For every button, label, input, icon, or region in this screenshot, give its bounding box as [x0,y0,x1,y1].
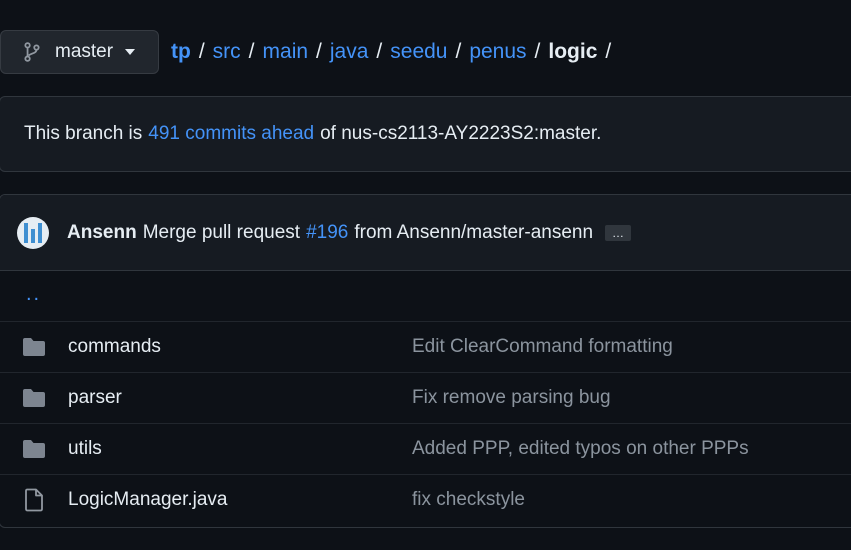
commit-message-suffix[interactable]: from Ansenn/master-ansenn [354,222,593,244]
file-commit-message-link[interactable]: Added PPP, edited typos on other PPPs [412,438,749,460]
file-name-link[interactable]: parser [68,387,412,409]
commits-ahead-link[interactable]: 491 commits ahead [148,123,314,145]
repo-directory-page: master tp / src / main / java / seedu / … [0,0,851,550]
file-commit-message-link[interactable]: Fix remove parsing bug [412,387,611,409]
ahead-prefix-text: This branch is [24,123,143,144]
commit-message-prefix[interactable]: Merge pull request [143,222,300,244]
breadcrumb-separator: / [605,40,612,63]
breadcrumb-separator: / [455,40,462,63]
pull-request-link[interactable]: #196 [306,222,348,244]
file-commit-message-link[interactable]: Edit ClearCommand formatting [412,336,673,358]
branch-selector-button[interactable]: master [0,30,159,74]
commit-author-link[interactable]: Ansenn [67,222,137,244]
breadcrumb: tp / src / main / java / seedu / penus /… [171,40,619,64]
breadcrumb-separator: / [316,40,322,63]
latest-commit-row: Ansenn Merge pull request #196 from Anse… [0,195,851,271]
topbar: master tp / src / main / java / seedu / … [0,30,619,74]
breadcrumb-separator: / [198,40,205,63]
file-icon [22,488,46,512]
branch-name: master [55,41,114,62]
git-branch-icon [23,42,41,62]
file-row-utils[interactable]: utils Added PPP, edited typos on other P… [0,424,851,475]
breadcrumb-link-penus[interactable]: penus [469,40,526,64]
ahead-suffix-text: of nus-cs2113-AY2223S2:master. [320,123,602,144]
avatar[interactable] [17,216,49,249]
breadcrumb-separator: / [534,40,541,63]
folder-icon [22,388,46,408]
file-list: Ansenn Merge pull request #196 from Anse… [0,194,851,528]
breadcrumb-separator: / [376,40,383,63]
breadcrumb-root-link[interactable]: tp [171,40,191,64]
file-name-link[interactable]: commands [68,336,412,358]
expand-commit-message-button[interactable]: … [605,224,632,241]
breadcrumb-separator: / [248,40,255,63]
breadcrumb-link-src[interactable]: src [213,40,241,64]
parent-directory-row[interactable]: .. [0,271,851,322]
breadcrumb-current: logic [548,40,598,63]
folder-icon [22,337,46,357]
breadcrumb-link-seedu[interactable]: seedu [390,40,447,64]
breadcrumb-link-main[interactable]: main [263,40,309,64]
file-name-link[interactable]: utils [68,438,412,460]
file-commit-message-link[interactable]: fix checkstyle [412,489,525,511]
file-row-parser[interactable]: parser Fix remove parsing bug [0,373,851,424]
breadcrumb-link-java[interactable]: java [330,40,369,64]
file-name-link[interactable]: LogicManager.java [68,489,412,511]
caret-down-icon [125,49,136,55]
file-row-commands[interactable]: commands Edit ClearCommand formatting [0,322,851,373]
folder-icon [22,439,46,459]
parent-directory-link[interactable]: .. [26,283,41,306]
file-row-logicmanager[interactable]: LogicManager.java fix checkstyle [0,475,851,525]
branch-ahead-notice: This branch is 491 commits ahead of nus-… [0,96,851,172]
